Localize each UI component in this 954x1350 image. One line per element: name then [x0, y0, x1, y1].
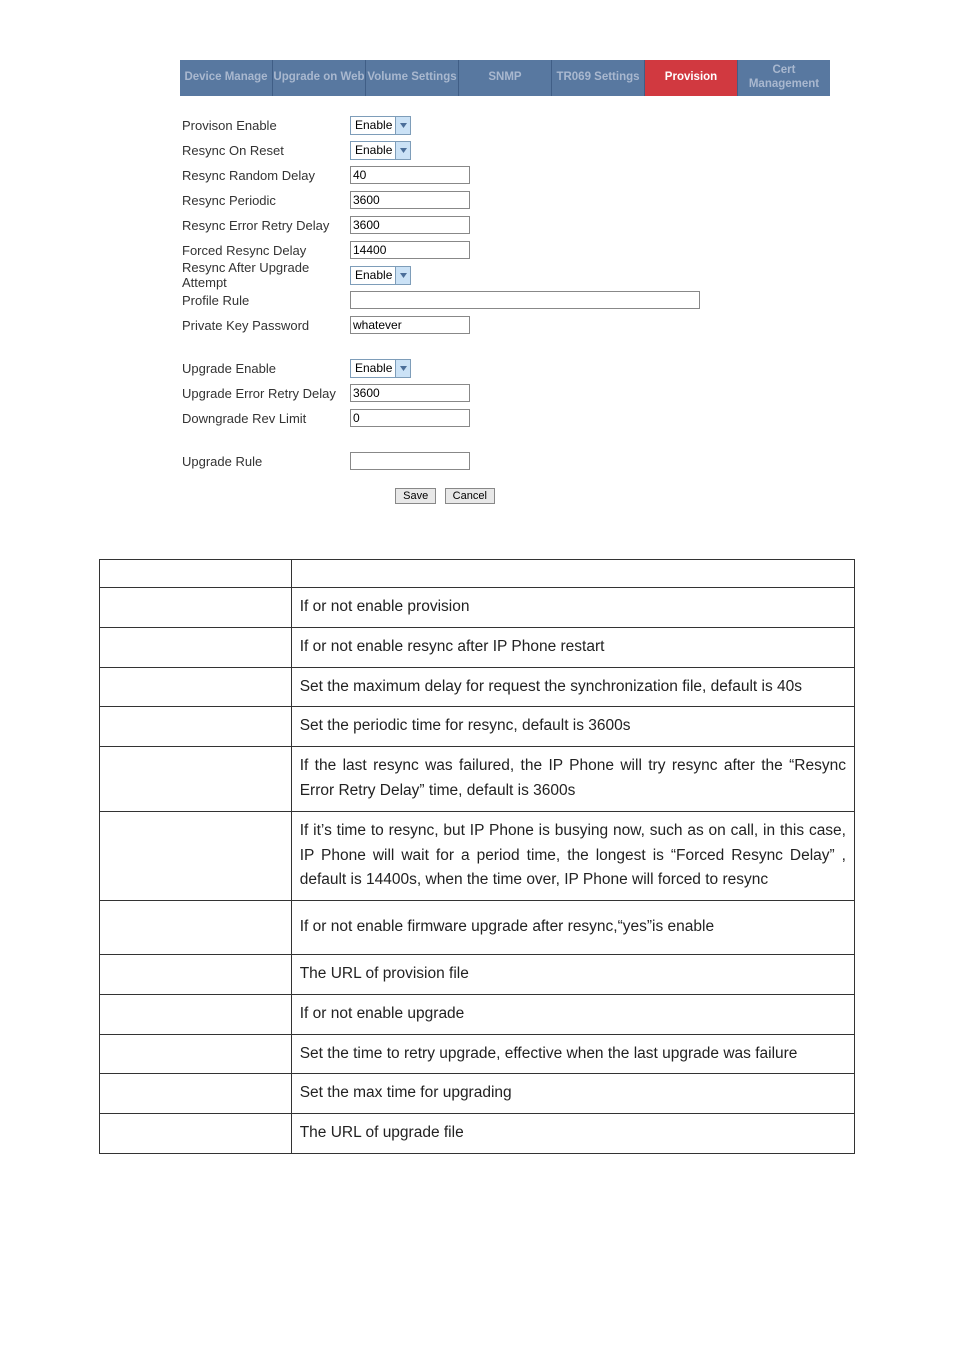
chevron-down-icon: [395, 267, 410, 284]
description-table: If or not enable provision If or not ena…: [99, 559, 855, 1154]
table-cell: Set the time to retry upgrade, effective…: [291, 1034, 854, 1074]
private-key-password-input[interactable]: [350, 316, 470, 334]
cancel-button[interactable]: Cancel: [445, 488, 495, 504]
tab-label: SNMP: [488, 71, 521, 85]
resync-error-retry-delay-input[interactable]: [350, 216, 470, 234]
private-key-password-label: Private Key Password: [180, 318, 350, 333]
downgrade-rev-limit-label: Downgrade Rev Limit: [180, 411, 350, 426]
resync-error-retry-delay-label: Resync Error Retry Delay: [180, 218, 350, 233]
resync-random-delay-label: Resync Random Delay: [180, 168, 350, 183]
forced-resync-delay-input[interactable]: [350, 241, 470, 259]
resync-on-reset-select[interactable]: Enable: [350, 141, 411, 160]
upgrade-rule-input[interactable]: [350, 452, 470, 470]
upgrade-error-retry-delay-label: Upgrade Error Retry Delay: [180, 386, 350, 401]
tab-label: Cert Management: [738, 64, 830, 92]
table-cell: If or not enable upgrade: [291, 994, 854, 1034]
table-cell: If the last resync was failured, the IP …: [291, 747, 854, 812]
resync-random-delay-input[interactable]: [350, 166, 470, 184]
upgrade-enable-select[interactable]: Enable: [350, 359, 411, 378]
resync-after-upgrade-attempt-select[interactable]: Enable: [350, 266, 411, 285]
table-cell: Set the periodic time for resync, defaul…: [291, 707, 854, 747]
table-cell: If or not enable firmware upgrade after …: [291, 901, 854, 955]
tab-provision[interactable]: Provision: [645, 60, 738, 96]
chevron-down-icon: [395, 360, 410, 377]
tab-upgrade-on-web[interactable]: Upgrade on Web: [273, 60, 366, 96]
chevron-down-icon: [395, 117, 410, 134]
tab-tr069-settings[interactable]: TR069 Settings: [552, 60, 645, 96]
table-cell: If or not enable resync after IP Phone r…: [291, 627, 854, 667]
table-cell: If it’s time to resync, but IP Phone is …: [291, 811, 854, 900]
tab-snmp[interactable]: SNMP: [459, 60, 552, 96]
upgrade-error-retry-delay-input[interactable]: [350, 384, 470, 402]
save-button[interactable]: Save: [395, 488, 436, 504]
tab-cert-management[interactable]: Cert Management: [738, 60, 830, 96]
tab-label: Provision: [665, 71, 717, 85]
table-cell: The URL of upgrade file: [291, 1114, 854, 1154]
tab-volume-settings[interactable]: Volume Settings: [366, 60, 459, 96]
profile-rule-label: Profile Rule: [180, 293, 350, 308]
chevron-down-icon: [395, 142, 410, 159]
table-cell: Set the max time for upgrading: [291, 1074, 854, 1114]
upgrade-enable-label: Upgrade Enable: [180, 361, 350, 376]
downgrade-rev-limit-input[interactable]: [350, 409, 470, 427]
select-value: Enable: [351, 361, 395, 375]
resync-on-reset-label: Resync On Reset: [180, 143, 350, 158]
profile-rule-input[interactable]: [350, 291, 700, 309]
tab-device-manage[interactable]: Device Manage: [180, 60, 273, 96]
select-value: Enable: [351, 268, 395, 282]
tab-label: Device Manage: [184, 71, 267, 85]
resync-periodic-label: Resync Periodic: [180, 193, 350, 208]
provision-enable-label: Provison Enable: [180, 118, 350, 133]
table-cell: The URL of provision file: [291, 954, 854, 994]
upgrade-rule-label: Upgrade Rule: [180, 454, 350, 469]
forced-resync-delay-label: Forced Resync Delay: [180, 243, 350, 258]
tab-label: Volume Settings: [367, 71, 456, 85]
resync-after-upgrade-attempt-label: Resync After Upgrade Attempt: [180, 260, 350, 290]
tabs-nav: Device Manage Upgrade on Web Volume Sett…: [180, 60, 830, 96]
select-value: Enable: [351, 118, 395, 132]
tab-label: Upgrade on Web: [273, 71, 364, 85]
resync-periodic-input[interactable]: [350, 191, 470, 209]
select-value: Enable: [351, 143, 395, 157]
table-cell: Set the maximum delay for request the sy…: [291, 667, 854, 707]
tab-label: TR069 Settings: [556, 71, 639, 85]
table-cell: If or not enable provision: [291, 588, 854, 628]
provision-enable-select[interactable]: Enable: [350, 116, 411, 135]
